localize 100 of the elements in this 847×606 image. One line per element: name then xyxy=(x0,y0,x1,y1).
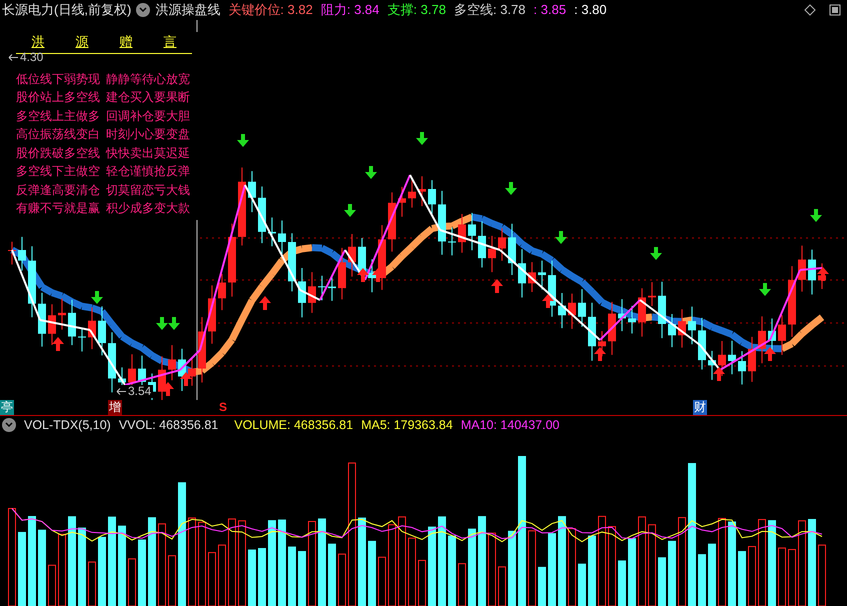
up-arrow-icon xyxy=(713,367,725,381)
volume-bar xyxy=(578,564,586,606)
candlestick xyxy=(568,293,576,330)
diamond-icon[interactable] xyxy=(804,4,816,16)
candlestick xyxy=(738,350,746,385)
motto-title: 洪 xyxy=(32,33,44,51)
motto-title: 言 xyxy=(164,33,176,51)
candlestick xyxy=(508,223,516,276)
candlestick xyxy=(758,316,766,364)
candlestick xyxy=(668,313,676,348)
volume-bar xyxy=(658,557,666,606)
volume-bar xyxy=(818,544,826,606)
down-arrow-icon xyxy=(168,317,180,330)
down-arrow-icon xyxy=(810,209,822,222)
candlestick xyxy=(528,262,536,292)
stock-title: 长源电力(日线,前复权) xyxy=(2,1,132,20)
down-arrow-icon xyxy=(555,231,567,244)
indicator-reading: : 3.80 xyxy=(574,1,607,20)
indicator-reading: 关键价位: 3.82 xyxy=(228,1,313,20)
indicator-reading: 支撑: 3.78 xyxy=(387,1,446,20)
motto-line: 快快卖出莫迟延 xyxy=(106,144,190,162)
volume-bar xyxy=(298,551,306,606)
dropdown-icon[interactable] xyxy=(2,418,16,432)
volume-bar xyxy=(708,544,716,606)
down-arrow-icon xyxy=(156,317,168,330)
candlestick xyxy=(218,273,226,311)
candlestick xyxy=(688,306,696,345)
volume-indicator-name: VOL-TDX(5,10) xyxy=(24,416,111,434)
candlestick xyxy=(58,298,66,330)
candlestick xyxy=(268,216,276,247)
candlestick xyxy=(448,226,456,256)
candlestick xyxy=(628,305,636,334)
motto-line: 回调补仓要大胆 xyxy=(106,108,190,124)
motto-line: 积少成多变大款 xyxy=(106,200,190,217)
volume-bar xyxy=(288,546,296,606)
up-arrow-icon xyxy=(764,347,776,361)
up-arrow-icon xyxy=(180,372,192,386)
candlestick xyxy=(68,299,76,346)
motto-line: 股价跌破多空线 xyxy=(16,144,100,162)
candlestick xyxy=(588,302,596,362)
motto-line: 反弹逢高要清仓 xyxy=(16,182,100,198)
candlestick xyxy=(198,316,206,383)
motto-line: 建仓买入要果断 xyxy=(106,89,190,106)
motto-line: 有赚不亏就是赢 xyxy=(16,200,100,217)
volume-bar xyxy=(218,544,226,606)
candlestick xyxy=(418,176,426,207)
candlestick xyxy=(808,249,816,296)
candlestick xyxy=(778,314,786,356)
volume-bar xyxy=(328,544,336,606)
candlestick xyxy=(718,340,726,376)
volume-bar xyxy=(258,548,266,606)
volume-bar xyxy=(408,538,416,606)
candlestick xyxy=(518,248,526,298)
volume-reading: VVOL: 468356.81 xyxy=(118,416,218,434)
candlestick xyxy=(388,192,396,252)
candlestick xyxy=(108,332,116,393)
candlestick xyxy=(38,292,46,348)
down-arrow-icon xyxy=(759,283,771,296)
event-marker[interactable]: 财 xyxy=(693,400,707,415)
candlestick xyxy=(488,235,496,273)
candlestick xyxy=(208,284,216,344)
candlestick xyxy=(188,356,196,386)
indicator-reading: : 3.85 xyxy=(534,1,566,20)
volume-reading: MA5: 179363.84 xyxy=(361,416,453,434)
candlestick xyxy=(8,241,16,265)
candlestick xyxy=(458,214,466,254)
volume-reading: MA10: 140437.00 xyxy=(460,416,560,434)
candlestick xyxy=(788,266,796,338)
indicator-reading: 多空线: 3.78 xyxy=(454,1,526,20)
volume-bar xyxy=(458,563,466,606)
event-marker[interactable]: S xyxy=(218,400,228,415)
candlestick xyxy=(258,186,266,244)
dropdown-icon[interactable] xyxy=(136,3,150,17)
down-arrow-icon xyxy=(365,166,377,179)
left-arrow-icon xyxy=(116,388,126,395)
candlestick xyxy=(308,272,316,314)
candlestick xyxy=(648,282,656,307)
candlestick xyxy=(498,228,506,262)
candlestick xyxy=(798,245,806,292)
candlestick xyxy=(728,340,736,375)
motto-title: 源 xyxy=(76,33,88,51)
up-arrow-icon xyxy=(594,347,606,361)
volume-bar xyxy=(738,551,746,606)
volume-bar xyxy=(338,554,346,606)
motto-line: 多空线下主做空 xyxy=(16,163,100,180)
event-marker[interactable]: 增 xyxy=(108,400,122,415)
candlestick xyxy=(578,288,586,328)
candlestick xyxy=(18,236,26,272)
volume-bar xyxy=(628,538,636,606)
candlestick xyxy=(678,308,686,348)
down-arrow-icon xyxy=(416,132,428,145)
motto-line: 切莫留恋亏大钱 xyxy=(106,182,190,198)
volume-bar xyxy=(368,540,376,606)
window-icon[interactable] xyxy=(829,4,841,16)
down-arrow-icon xyxy=(237,134,249,147)
candlestick xyxy=(278,220,286,256)
candlestick xyxy=(48,304,56,346)
candlestick xyxy=(438,190,446,256)
candlestick xyxy=(98,306,106,356)
event-marker[interactable]: 亭 xyxy=(0,400,14,415)
